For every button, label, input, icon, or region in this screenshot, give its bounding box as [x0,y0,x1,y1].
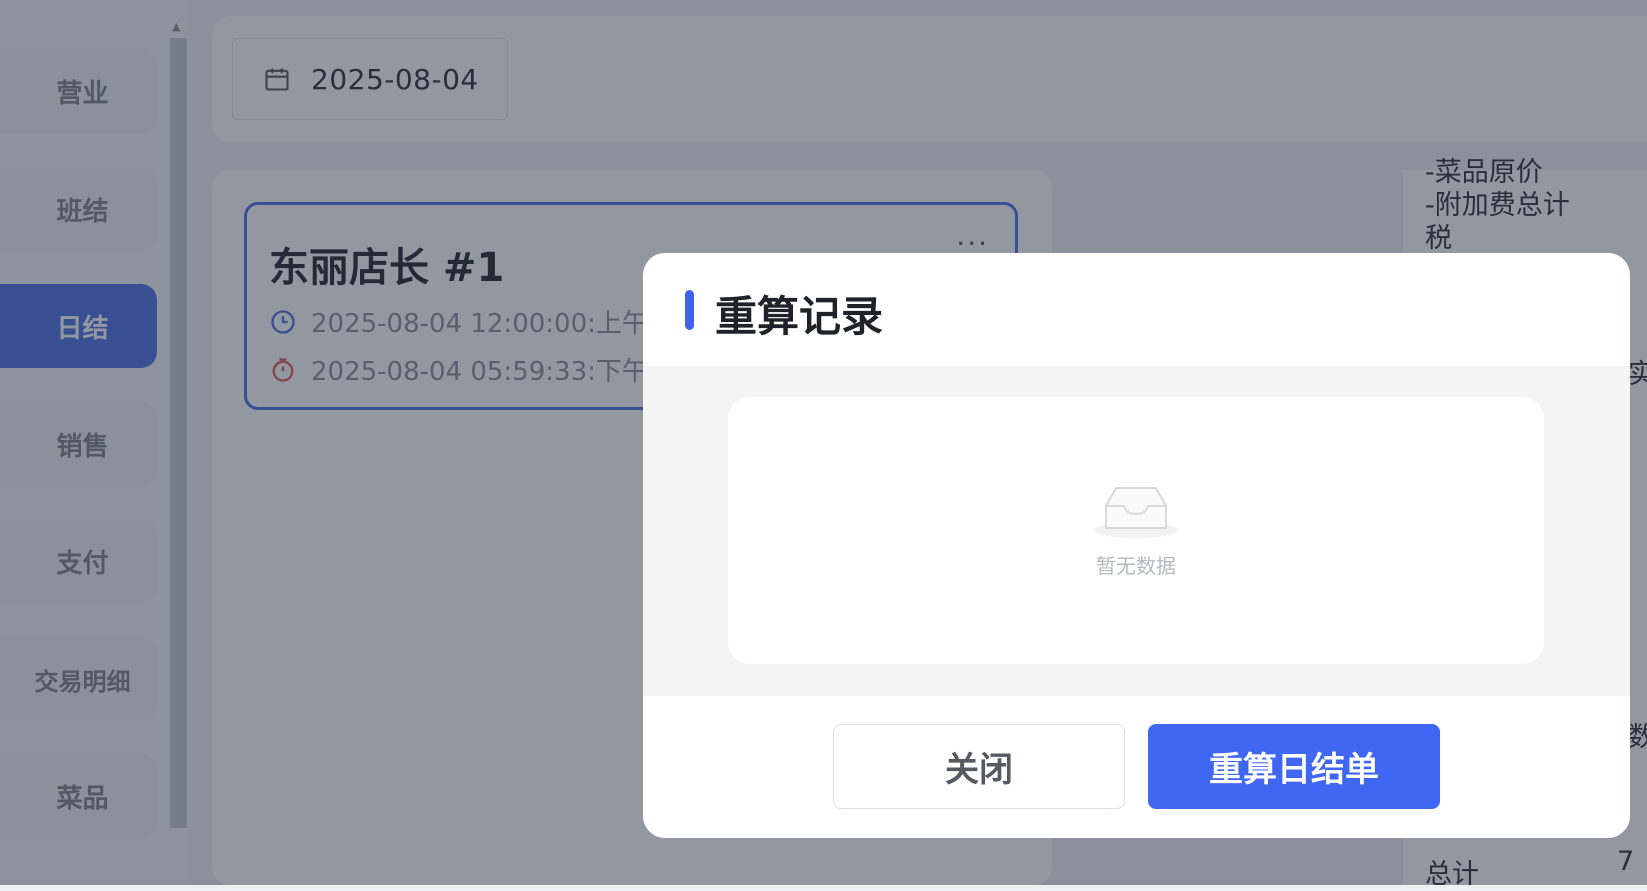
recalculate-daily-report-button[interactable]: 重算日结单 [1148,724,1440,809]
title-accent-bar [685,290,694,330]
dialog-title: 重算记录 [715,292,884,341]
empty-inbox-icon [1094,487,1178,538]
empty-state: 暂无数据 [728,397,1544,664]
close-button[interactable]: 关闭 [833,724,1125,809]
empty-text: 暂无数据 [1096,554,1176,578]
recalc-record-dialog: 重算记录 暂无数据 关闭 重算日结单 [643,253,1630,838]
dialog-body: 暂无数据 [643,366,1630,696]
